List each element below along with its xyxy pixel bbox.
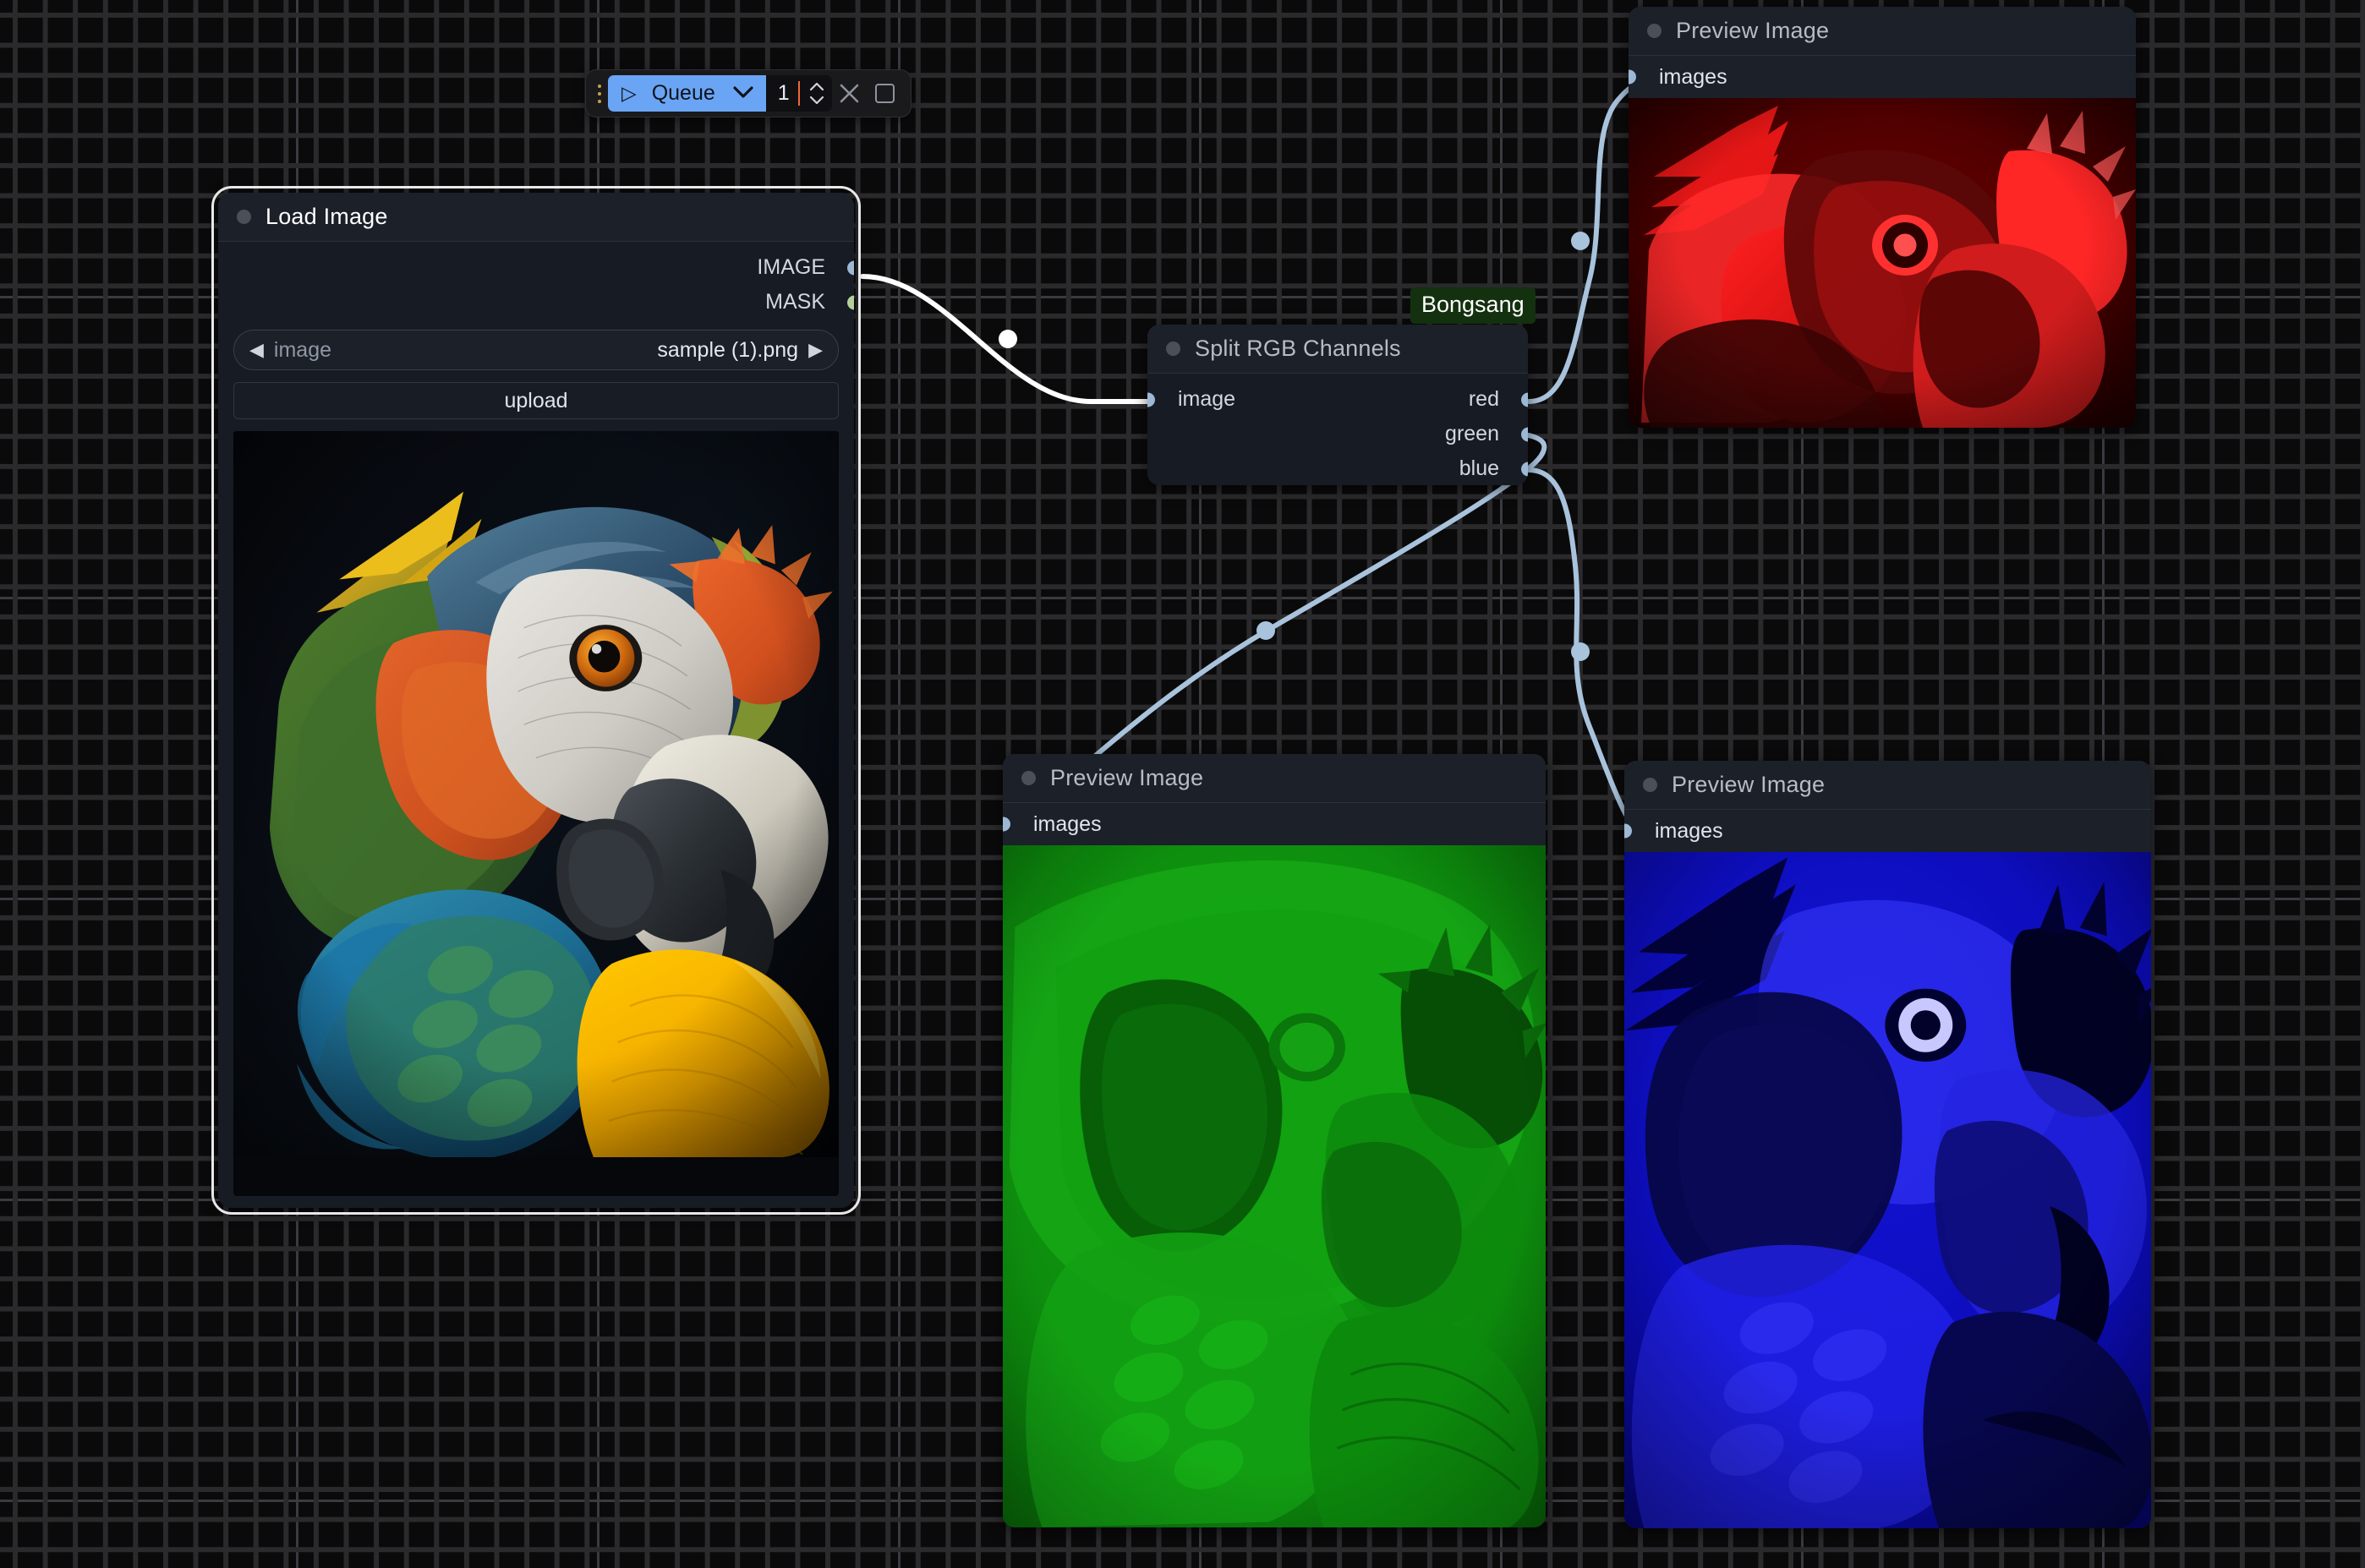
node-image-preview[interactable] [233, 431, 839, 1196]
node-header[interactable]: Preview Image [1629, 7, 2136, 56]
node-body: images [1624, 810, 2151, 1528]
output-slot-green[interactable]: green [1147, 417, 1528, 451]
close-icon [838, 82, 861, 105]
preview-image-red[interactable] [1629, 98, 2136, 428]
upload-button-label: upload [504, 389, 567, 413]
output-port-image[interactable] [847, 260, 855, 275]
bongsang-badge: Bongsang [1410, 287, 1536, 324]
image-combo-widget[interactable]: ◀ image sample (1).png ▶ [233, 330, 839, 370]
input-slot-images[interactable]: images [1003, 803, 1546, 845]
input-slot-images[interactable]: images [1624, 810, 2151, 852]
combo-widget-value[interactable]: sample (1).png [657, 338, 798, 363]
batch-count-value[interactable]: 1 [778, 81, 800, 106]
output-slot-label: IMAGE [757, 255, 825, 280]
node-body: images [1003, 803, 1546, 1527]
drag-dot [598, 85, 601, 88]
node-body: image red green blue [1147, 374, 1528, 485]
node-body: IMAGE MASK ◀ image sample (1).png ▶ uplo… [218, 242, 854, 1208]
stepper-up-icon [808, 81, 825, 93]
combo-widget-name: image [274, 338, 331, 363]
queue-button-label: Queue [652, 81, 715, 106]
chevron-left-icon[interactable]: ◀ [249, 341, 264, 359]
output-port-red[interactable] [1521, 392, 1529, 407]
queue-toolbar[interactable]: ▷ Queue 1 [585, 69, 912, 117]
preview-image-green[interactable] [1003, 845, 1546, 1527]
output-slot-label: MASK [765, 290, 825, 314]
node-title: Load Image [266, 204, 388, 230]
node-title: Preview Image [1672, 772, 1825, 798]
stepper-down-icon [808, 94, 825, 106]
upload-button[interactable]: upload [233, 382, 839, 419]
chevron-down-icon[interactable] [732, 85, 754, 102]
node-preview-image-blue[interactable]: Preview Image images [1624, 761, 2151, 1528]
collapse-icon[interactable] [1647, 24, 1662, 38]
batch-count-field[interactable]: 1 [766, 75, 832, 112]
input-slot-images[interactable]: images [1629, 56, 2136, 98]
drag-dot [598, 92, 601, 96]
play-icon: ▷ [621, 84, 637, 103]
input-port-images[interactable] [1624, 824, 1632, 839]
output-slot-mask[interactable]: MASK [218, 285, 854, 320]
output-slot-blue[interactable]: blue [1147, 451, 1528, 485]
stop-button[interactable] [868, 76, 903, 112]
node-title: Preview Image [1676, 18, 1829, 44]
node-split-rgb-channels[interactable]: Split RGB Channels image red green blue [1147, 325, 1528, 485]
input-port-images[interactable] [1003, 817, 1010, 832]
output-slot-label: blue [1459, 456, 1499, 481]
input-slot-label: images [1655, 819, 1723, 844]
output-port-mask[interactable] [847, 295, 855, 309]
node-header[interactable]: Split RGB Channels [1147, 325, 1528, 374]
batch-count-stepper[interactable] [808, 81, 825, 106]
collapse-icon[interactable] [1021, 771, 1036, 785]
node-load-image[interactable]: Load Image IMAGE MASK ◀ image sample (1)… [218, 193, 854, 1208]
node-preview-image-green[interactable]: Preview Image images [1003, 754, 1546, 1527]
parrot-artwork [233, 431, 839, 1157]
node-preview-image-red[interactable]: Preview Image images [1629, 7, 2136, 428]
square-icon [875, 84, 895, 103]
clear-queue-button[interactable] [832, 76, 868, 112]
output-slot-label: red [1469, 387, 1499, 412]
toolbar-drag-handle[interactable] [591, 79, 608, 109]
red-channel-artwork [1629, 98, 2136, 428]
drag-dot [598, 100, 601, 103]
input-slot-label: images [1033, 812, 1102, 837]
output-port-green[interactable] [1521, 427, 1529, 441]
queue-button[interactable]: ▷ Queue [608, 75, 766, 112]
node-header[interactable]: Load Image [218, 193, 854, 242]
green-channel-artwork [1003, 845, 1546, 1527]
node-title: Preview Image [1050, 765, 1203, 791]
input-slot-label: images [1659, 65, 1727, 90]
collapse-icon[interactable] [1643, 778, 1657, 792]
collapse-icon[interactable] [1166, 341, 1180, 356]
output-port-blue[interactable] [1521, 462, 1529, 476]
output-slot-red[interactable]: red [1147, 382, 1528, 417]
node-header[interactable]: Preview Image [1003, 754, 1546, 803]
node-title: Split RGB Channels [1195, 336, 1401, 362]
node-header[interactable]: Preview Image [1624, 761, 2151, 810]
output-slot-image[interactable]: IMAGE [218, 250, 854, 285]
output-slot-label: green [1445, 422, 1499, 446]
input-port-images[interactable] [1629, 70, 1636, 85]
chevron-right-icon[interactable]: ▶ [808, 341, 823, 359]
blue-channel-artwork [1624, 852, 2151, 1528]
node-body: images [1629, 56, 2136, 428]
collapse-icon[interactable] [237, 210, 251, 224]
preview-image-blue[interactable] [1624, 852, 2151, 1528]
